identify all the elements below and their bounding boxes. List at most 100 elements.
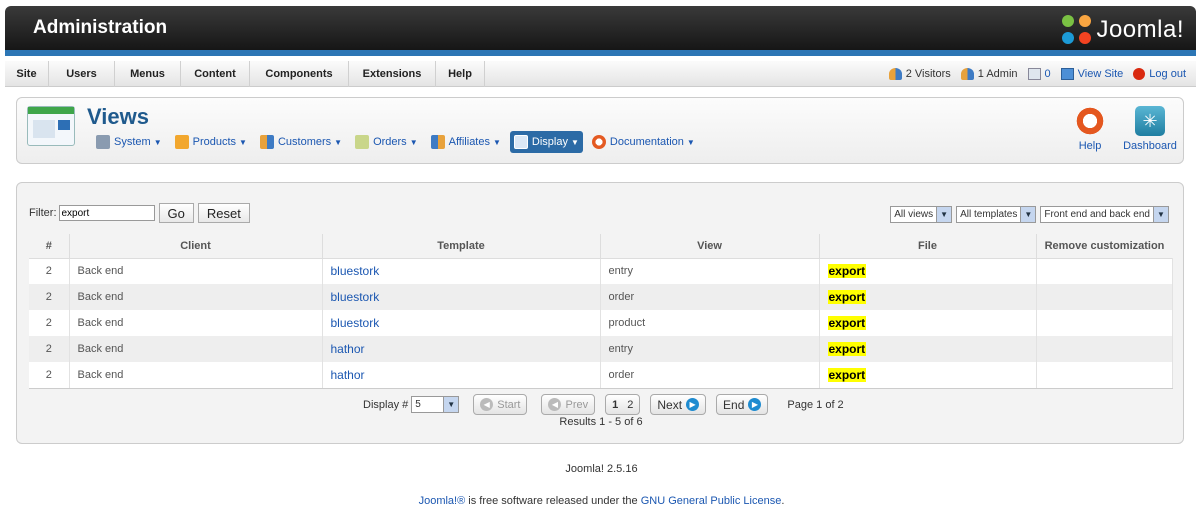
- page-numbers: 1 2: [605, 394, 641, 415]
- reset-button[interactable]: Reset: [197, 203, 250, 223]
- col-file[interactable]: File: [819, 234, 1037, 258]
- template-link[interactable]: bluestork: [322, 258, 601, 284]
- mail-icon: [1027, 68, 1041, 80]
- view-site-link[interactable]: View Site: [1060, 68, 1123, 80]
- template-link[interactable]: bluestork: [322, 310, 601, 336]
- gpl-link[interactable]: GNU General Public License: [641, 495, 782, 507]
- logout-icon: [1133, 68, 1146, 80]
- page-2-link[interactable]: 2: [627, 399, 633, 411]
- views-select[interactable]: All views ▼: [890, 206, 953, 223]
- header-stripe: [5, 50, 1196, 56]
- filter-label: Filter:: [29, 207, 57, 219]
- file-link[interactable]: export: [827, 367, 867, 382]
- main-menu: Site Users Menus Content Components Exte…: [5, 61, 1196, 87]
- menu-components[interactable]: Components: [250, 61, 349, 87]
- toolbar-box: Views System ▼ Products ▼ Customers ▼ Order…: [16, 97, 1184, 164]
- page-title: Views: [87, 104, 149, 129]
- submenu-products[interactable]: Products ▼: [171, 131, 251, 153]
- file-link[interactable]: export: [827, 342, 867, 356]
- lifebuoy-icon: [1075, 106, 1105, 136]
- app-title: Administration: [33, 17, 168, 38]
- joomla-logo: Joomla!: [1062, 14, 1184, 46]
- monitor-icon: [1060, 68, 1074, 80]
- menu-users[interactable]: Users: [49, 61, 115, 87]
- messages-status[interactable]: 0: [1027, 68, 1051, 80]
- submenu-documentation[interactable]: Documentation ▼: [588, 131, 699, 153]
- templates-select[interactable]: All templates ▼: [956, 206, 1037, 223]
- box-icon: [174, 135, 189, 149]
- display-count-select[interactable]: 5 ▼: [411, 396, 460, 413]
- chevron-down-icon: ▼: [1020, 207, 1036, 222]
- submenu-display[interactable]: Display ▼: [509, 131, 583, 153]
- col-template[interactable]: Template: [322, 234, 601, 258]
- filter-input[interactable]: [58, 205, 155, 221]
- views-page-icon: [27, 106, 75, 146]
- scope-select[interactable]: Front end and back end ▼: [1040, 206, 1169, 223]
- wrench-icon: [96, 135, 110, 149]
- header-bar: Administration Joomla!: [5, 6, 1196, 56]
- affiliates-icon: [430, 135, 445, 149]
- filter-bar: Filter: Go Reset: [29, 203, 250, 223]
- views-table: # Client Template View File Remove custo…: [29, 234, 1173, 389]
- go-button[interactable]: Go: [158, 203, 194, 223]
- submenu-system[interactable]: System ▼: [92, 131, 166, 153]
- page-1: 1: [612, 398, 619, 411]
- template-link[interactable]: hathor: [322, 362, 601, 389]
- col-client[interactable]: Client: [69, 234, 323, 258]
- submenu-affiliates[interactable]: Affiliates ▼: [427, 131, 505, 153]
- visitors-status[interactable]: 2 Visitors: [888, 68, 951, 80]
- menu-extensions[interactable]: Extensions: [349, 61, 436, 87]
- chevron-down-icon: ▼: [1153, 207, 1168, 222]
- status-area: 2 Visitors 1 Admin 0 View Site Log out: [879, 61, 1186, 87]
- admin-icon: [960, 68, 974, 80]
- table-row: 2 Back end bluestork order export: [29, 284, 1173, 310]
- joomla-link[interactable]: Joomla!®: [419, 495, 466, 507]
- menu-site[interactable]: Site: [5, 61, 49, 87]
- template-link[interactable]: hathor: [322, 336, 601, 362]
- dashboard-icon: ✳: [1135, 106, 1165, 136]
- dashboard-button[interactable]: ✳ Dashboard: [1121, 106, 1179, 152]
- file-link[interactable]: export: [827, 316, 867, 330]
- component-submenu: System ▼ Products ▼ Customers ▼ Orders ▼ Aff…: [92, 131, 704, 153]
- joomla-logo-icon: [1062, 15, 1092, 45]
- footer-license: Joomla!® is free software released under…: [418, 495, 785, 507]
- filter-selects: All views ▼ All templates ▼ Front end and …: [886, 206, 1169, 223]
- start-button[interactable]: ◀ Start: [473, 394, 528, 415]
- remove-cell: [1036, 336, 1173, 362]
- menu-content[interactable]: Content: [181, 61, 250, 87]
- remove-cell: [1036, 362, 1173, 389]
- main-content: Filter: Go Reset All views▼ All template…: [16, 182, 1184, 444]
- template-link[interactable]: bluestork: [322, 284, 601, 310]
- submenu-orders[interactable]: Orders ▼: [351, 131, 422, 153]
- menu-menus[interactable]: Menus: [115, 61, 181, 87]
- logout-link[interactable]: Log out: [1133, 68, 1186, 80]
- file-link[interactable]: export: [827, 290, 867, 304]
- submenu-customers[interactable]: Customers ▼: [256, 131, 346, 153]
- prev-button[interactable]: ◀ Prev: [541, 394, 596, 415]
- footer-version: Joomla! 2.5.16: [565, 463, 638, 475]
- pagination: Display # 5 ▼ ◀ Start ◀ Prev 1 2 Next ▶ End ▶…: [363, 394, 844, 415]
- orders-icon: [355, 135, 370, 149]
- table-row: 2 Back end hathor entry export: [29, 336, 1173, 362]
- table-row: 2 Back end hathor order export: [29, 362, 1173, 389]
- next-icon: ▶: [686, 398, 700, 411]
- display-label: Display #: [363, 398, 409, 411]
- page-of-label: Page 1 of 2: [787, 398, 844, 411]
- admins-status[interactable]: 1 Admin: [960, 68, 1018, 80]
- help-button[interactable]: Help: [1074, 106, 1106, 152]
- display-icon: [513, 135, 528, 149]
- remove-cell: [1036, 284, 1173, 310]
- chevron-down-icon: ▼: [443, 397, 459, 412]
- file-link[interactable]: export: [827, 264, 867, 279]
- end-button[interactable]: End ▶: [716, 394, 769, 415]
- col-num[interactable]: #: [29, 234, 70, 258]
- col-view[interactable]: View: [600, 234, 820, 258]
- menu-help[interactable]: Help: [436, 61, 485, 87]
- prev-icon: ◀: [548, 398, 562, 411]
- col-remove[interactable]: Remove customization: [1036, 234, 1173, 258]
- rewind-icon: ◀: [480, 398, 494, 411]
- next-button[interactable]: Next ▶: [650, 394, 707, 415]
- table-row: 2 Back end bluestork product export: [29, 310, 1173, 336]
- results-count: Results 1 - 5 of 6: [559, 416, 643, 428]
- customers-icon: [259, 135, 274, 149]
